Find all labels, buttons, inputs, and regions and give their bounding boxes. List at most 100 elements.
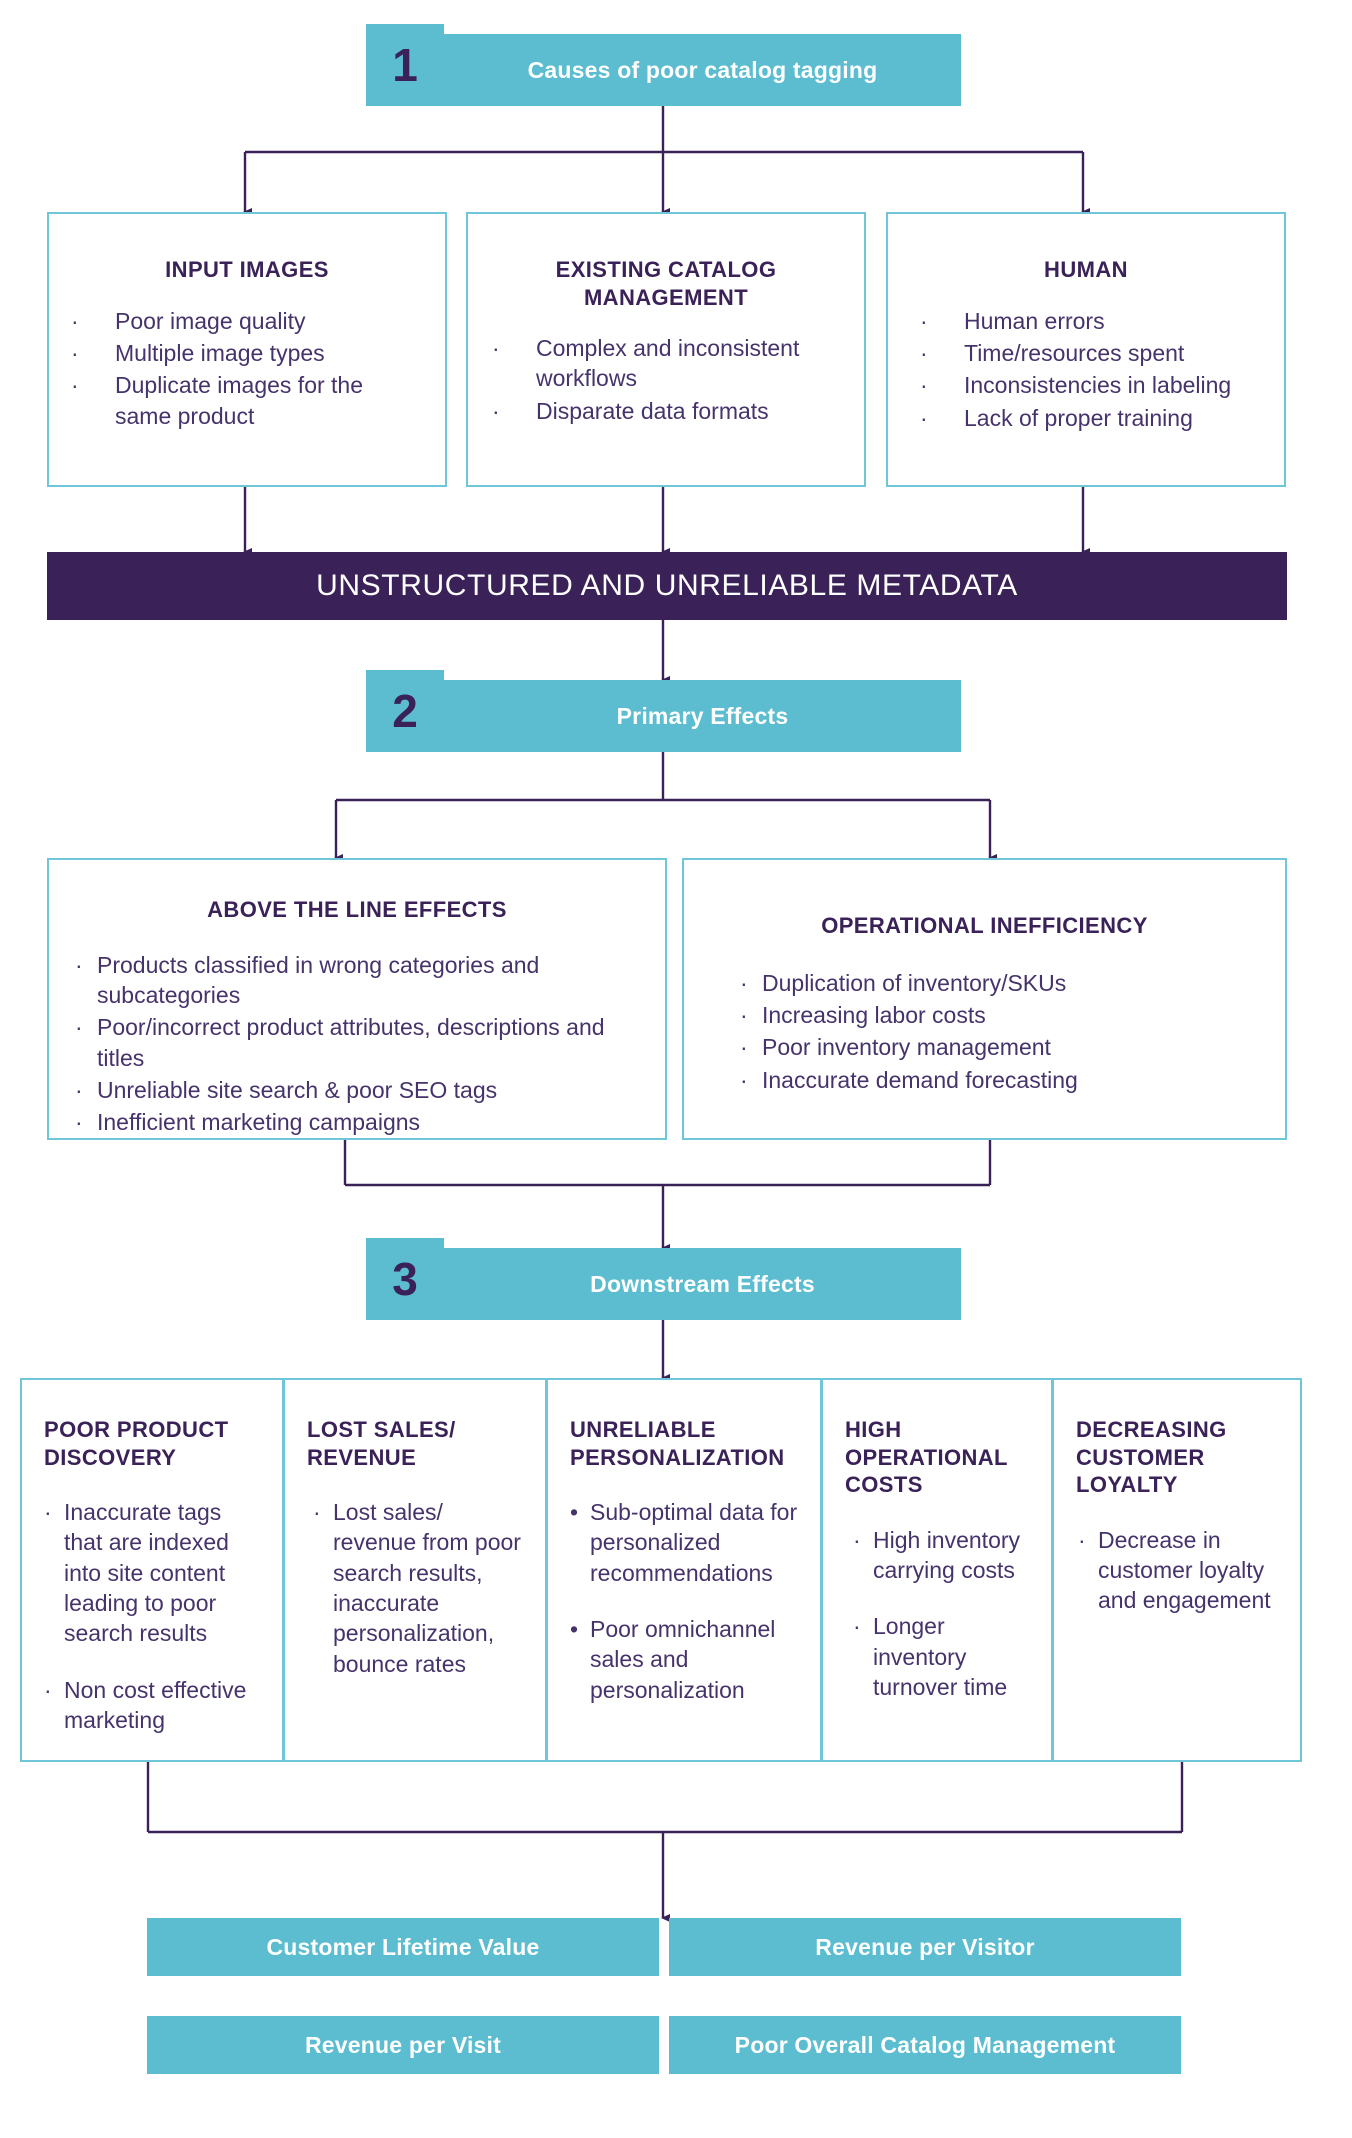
step-title-2: Primary Effects [444,680,961,752]
list-item: · Longer inventory turnover time [853,1611,1039,1702]
bullet-text: Poor/incorrect product attributes, descr… [97,1014,605,1071]
bullet-dot: · [75,1109,83,1136]
bullet-dot: · [75,951,83,978]
bullet-dot: · [740,1066,748,1093]
list-item: · Unreliable site search & poor SEO tags [75,1075,635,1105]
bullet-text: Multiple image types [115,339,325,366]
downstream-bullet-list: · High inventory carrying costs · Longer i… [853,1525,1039,1703]
bullet-text: Human errors [964,307,1105,334]
bullet-text: Time/resources spent [964,339,1185,366]
bullet-text: Inefficient marketing campaigns [97,1109,421,1136]
bullet-dot: · [853,1613,861,1640]
bullet-text: Lost sales/ revenue from poor search res… [333,1499,521,1677]
bullet-dot: · [313,1499,321,1525]
downstream-effect-title: HIGH OPERATIONAL COSTS [845,1417,1008,1497]
downstream-effect-title: DECREASING CUSTOMER LOYALTY [1076,1417,1227,1497]
step-title-3: Downstream Effects [444,1248,961,1320]
primary-effect-bullet-list: · Products classified in wrong categories… [75,950,635,1138]
downstream-bullet-list: • Sub-optimal data for personalized recom… [570,1497,808,1705]
bullet-dot: · [71,339,79,366]
list-item: · Poor inventory management [740,1032,1255,1062]
cause-box-existing-catalog-management: EXISTING CATALOG MANAGEMENT · Complex and… [466,212,866,487]
bullet-dot: · [492,397,500,424]
downstream-effect-title: UNRELIABLE PERSONALIZATION [570,1417,785,1470]
step-header-3: 3 Downstream Effects [366,1238,961,1320]
bullet-dot: · [71,307,79,334]
list-item: · Lack of proper training [912,403,1262,433]
outcome-pill-customer-lifetime-value[interactable]: Customer Lifetime Value [147,1918,659,1976]
list-item: · Decrease in customer loyalty and engage… [1078,1525,1288,1616]
bullet-text: Products classified in wrong categories … [97,951,540,1008]
list-item: · Lost sales/ revenue from poor search re… [313,1497,527,1679]
list-item: • Sub-optimal data for personalized recom… [570,1497,808,1588]
bullet-dot: · [44,1499,52,1525]
step-header-1: 1 Causes of poor catalog tagging [366,24,961,106]
bullet-dot: · [44,1676,52,1703]
bullet-text: Duplicate images for the same product [115,372,364,429]
bullet-text: Duplication of inventory/SKUs [762,969,1067,996]
bullet-dot: · [853,1526,861,1553]
bullet-text: Unreliable site search & poor SEO tags [97,1076,498,1103]
list-item: · Products classified in wrong categories… [75,950,635,1011]
primary-effect-title: ABOVE THE LINE EFFECTS [207,897,507,922]
bullet-text: Lack of proper training [964,404,1193,431]
bullet-text: Poor image quality [115,307,306,334]
bullet-dot: · [740,1034,748,1061]
list-item: · Disparate data formats [484,396,838,426]
bullet-text: Sub-optimal data for personalized recomm… [590,1499,798,1586]
step-number-3: 3 [366,1238,444,1320]
downstream-effect-box-poor-product-discovery: POOR PRODUCT DISCOVERY · Inaccurate tags … [20,1378,284,1762]
downstream-effect-box-high-operational-costs: HIGH OPERATIONAL COSTS · High inventory c… [821,1378,1053,1762]
bullet-text: High inventory carrying costs [873,1526,1021,1583]
cause-box-title: INPUT IMAGES [165,257,329,282]
downstream-effect-title: POOR PRODUCT DISCOVERY [44,1417,229,1470]
list-item: · Poor image quality [63,306,421,336]
list-item: · Duplicate images for the same product [63,370,421,431]
outcome-pill-revenue-per-visitor[interactable]: Revenue per Visitor [669,1918,1181,1976]
outcome-pill-revenue-per-visit[interactable]: Revenue per Visit [147,2016,659,2074]
bullet-dot: · [75,1076,83,1103]
bullet-dot: · [920,339,928,366]
primary-effect-box-operational-inefficiency: OPERATIONAL INEFFICIENCY · Duplication of… [682,858,1287,1140]
bullet-dot: · [740,969,748,996]
list-item: · Inefficient marketing campaigns [75,1107,635,1137]
list-item: · Non cost effective marketing [44,1675,264,1736]
outcome-pill-poor-overall-catalog-management[interactable]: Poor Overall Catalog Management [669,2016,1181,2074]
downstream-effect-title: LOST SALES/ REVENUE [307,1417,456,1470]
bullet-text: Inaccurate tags that are indexed into si… [64,1499,229,1647]
bullet-text: Complex and inconsistent workflows [536,335,800,392]
bullet-dot: · [492,335,500,361]
cause-box-human: HUMAN · Human errors · Time/resources spen… [886,212,1286,487]
cause-box-title: EXISTING CATALOG MANAGEMENT [555,257,777,310]
metadata-bar: UNSTRUCTURED AND UNRELIABLE METADATA [47,552,1287,620]
bullet-dot: · [75,1014,83,1041]
bullet-dot: · [920,404,928,431]
downstream-bullet-list: · Decrease in customer loyalty and engage… [1078,1525,1288,1616]
list-item: · Time/resources spent [912,338,1262,368]
list-item: · Poor/incorrect product attributes, desc… [75,1012,635,1073]
list-item: • Poor omnichannel sales and personalizat… [570,1614,808,1705]
step-number-1: 1 [366,24,444,106]
list-item: · High inventory carrying costs [853,1525,1039,1586]
bullet-text: Decrease in customer loyalty and engagem… [1098,1526,1271,1614]
list-item: · Increasing labor costs [740,1000,1255,1030]
downstream-effect-box-lost-sales-revenue: LOST SALES/ REVENUE · Lost sales/ revenue… [283,1378,547,1762]
downstream-effect-box-unreliable-personalization: UNRELIABLE PERSONALIZATION • Sub-optimal … [546,1378,822,1762]
primary-effect-title: OPERATIONAL INEFFICIENCY [821,913,1148,938]
cause-bullet-list: · Poor image quality · Multiple image type… [63,306,421,431]
bullet-text: Non cost effective marketing [64,1676,247,1734]
bullet-text: Inconsistencies in labeling [964,372,1232,399]
bullet-dot: • [570,1499,579,1525]
bullet-dot: · [920,372,928,399]
bullet-dot: · [1078,1526,1086,1553]
cause-bullet-list: · Complex and inconsistent workflows · Dis… [484,333,838,426]
bullet-dot: • [570,1616,579,1643]
list-item: · Inaccurate tags that are indexed into s… [44,1497,264,1649]
flowchart-canvas: 1 Causes of poor catalog tagging INPUT I… [0,0,1352,2138]
list-item: · Inaccurate demand forecasting [740,1065,1255,1095]
bullet-text: Increasing labor costs [762,1001,986,1028]
bullet-dot: · [740,1001,748,1028]
cause-bullet-list: · Human errors · Time/resources spent · Inc… [912,306,1262,433]
cause-box-input-images: INPUT IMAGES · Poor image quality · Multip… [47,212,447,487]
bullet-text: Poor inventory management [762,1034,1051,1061]
